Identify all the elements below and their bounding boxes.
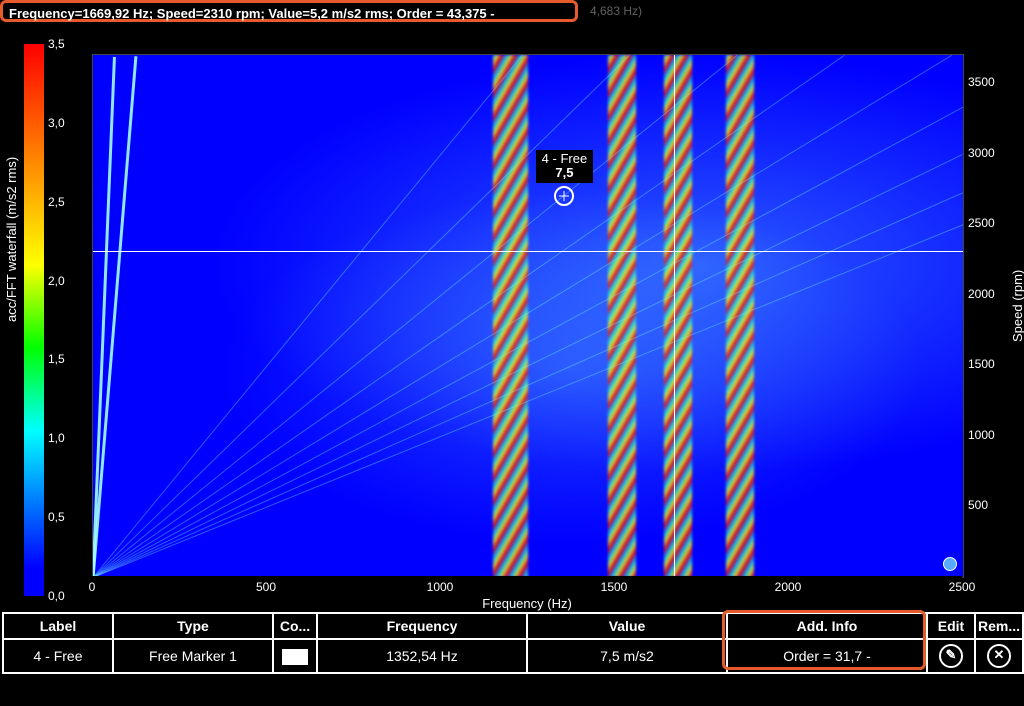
resonance-band [608,55,636,577]
marker-ring-icon[interactable] [554,186,574,206]
x-tick: 0 [89,580,96,594]
order-line [93,224,963,578]
order-line [93,154,963,578]
range-slider-knob[interactable] [943,557,957,571]
th-add-info[interactable]: Add. Info [727,613,927,639]
colorbar-tick: 3,0 [48,116,65,130]
x-tick: 2000 [775,580,802,594]
waterfall-chart[interactable]: acc/FFT waterfall (m/s2 rms) 0,0 0,5 1,0 1,… [0,22,1024,610]
cell-remove[interactable]: ✕ [975,639,1023,673]
x-tick: 500 [256,580,276,594]
x-axis-label: Frequency (Hz) [482,596,572,611]
cell-edit[interactable]: ✎ [927,639,975,673]
order-line [92,56,137,578]
colorbar-tick: 0,0 [48,589,65,603]
th-frequency[interactable]: Frequency [317,613,527,639]
right-tick: 3500 [968,75,995,89]
x-tick: 2500 [949,580,976,594]
th-remove[interactable]: Rem... [975,613,1023,639]
plot-area[interactable]: 4 - Free 7,5 [92,54,964,578]
order-line [93,107,963,578]
cell-add-info: Order = 31,7 - [727,639,927,673]
th-color[interactable]: Co... [273,613,317,639]
table-header-row: Label Type Co... Frequency Value Add. In… [3,613,1023,639]
x-tick: 1000 [427,580,454,594]
th-type[interactable]: Type [113,613,273,639]
right-tick: 1000 [968,428,995,442]
right-tick: 1500 [968,357,995,371]
marker-text-line2: 7,5 [542,166,588,180]
th-edit[interactable]: Edit [927,613,975,639]
order-line [93,55,523,578]
right-tick: 3000 [968,146,995,160]
order-line [93,55,737,578]
cell-frequency: 1352,54 Hz [317,639,527,673]
right-tick: 2500 [968,216,995,230]
colorbar-tick: 1,5 [48,352,65,366]
cell-value: 7,5 m/s2 [527,639,727,673]
colorbar-tick: 3,5 [48,37,65,51]
colorbar-tick: 2,5 [48,195,65,209]
color-swatch[interactable] [282,649,308,665]
colorbar [24,44,44,596]
colorbar-label: acc/FFT waterfall (m/s2 rms) [4,157,19,322]
resonance-band [664,55,692,577]
crosshair-vertical [674,55,675,577]
colorbar-tick: 0,5 [48,510,65,524]
marker-label[interactable]: 4 - Free 7,5 [536,150,594,183]
th-value[interactable]: Value [527,613,727,639]
x-tick: 1500 [601,580,628,594]
cell-type: Free Marker 1 [113,639,273,673]
right-tick: 500 [968,498,988,512]
x-axis: 05001000150020002500 Frequency (Hz) [92,576,962,610]
marker-table-zone: Label Type Co... Frequency Value Add. In… [2,612,1022,672]
header-extra-text: 4,683 Hz) [590,0,642,22]
status-bar: Frequency=1669,92 Hz; Speed=2310 rpm; Va… [0,0,1024,22]
colorbar-tick: 2,0 [48,274,65,288]
marker-table: Label Type Co... Frequency Value Add. In… [2,612,1024,674]
close-icon[interactable]: ✕ [987,644,1011,668]
cell-color[interactable] [273,639,317,673]
marker-text-line1: 4 - Free [542,152,588,166]
table-row[interactable]: 4 - Free Free Marker 1 1352,54 Hz 7,5 m/… [3,639,1023,673]
cell-label: 4 - Free [3,639,113,673]
cursor-readout: Frequency=1669,92 Hz; Speed=2310 rpm; Va… [9,6,495,21]
right-axis-label: Speed (rpm) [1010,270,1024,342]
colorbar-tick: 1,0 [48,431,65,445]
right-tick: 2000 [968,287,995,301]
cursor-readout-highlight: Frequency=1669,92 Hz; Speed=2310 rpm; Va… [0,0,578,22]
crosshair-horizontal [93,251,963,252]
th-label[interactable]: Label [3,613,113,639]
order-line [93,55,630,578]
edit-icon[interactable]: ✎ [939,644,963,668]
